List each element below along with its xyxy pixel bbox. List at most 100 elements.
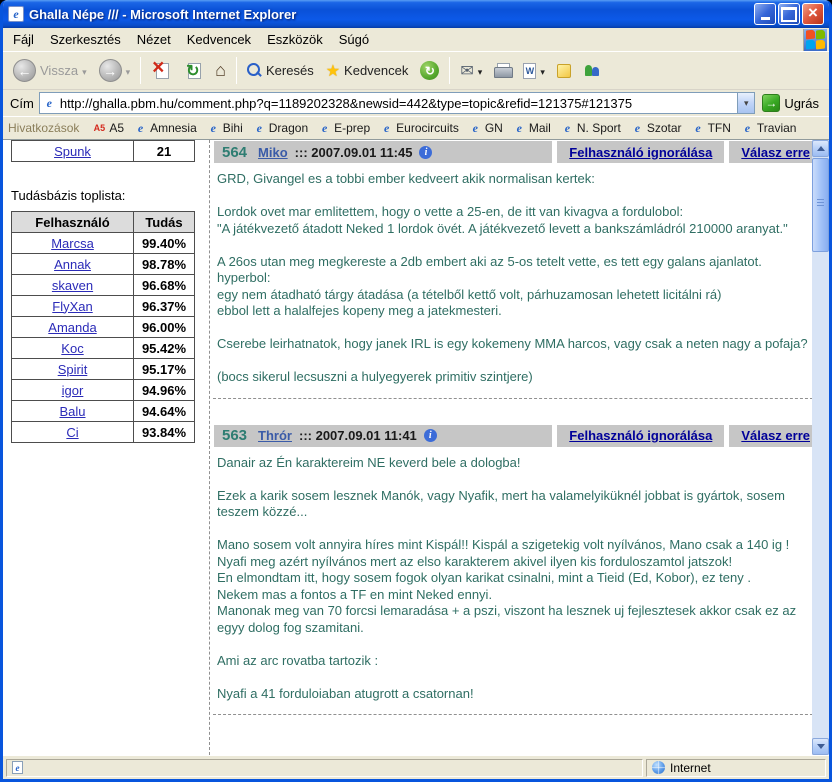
link-gn[interactable]: GN — [466, 121, 510, 135]
maximize-button[interactable] — [778, 3, 800, 25]
table-row: Koc 95.42% — [12, 338, 195, 359]
scroll-down-button[interactable] — [812, 738, 829, 755]
ie-icon — [692, 122, 705, 135]
post-header-main: 563 Thrór ::: 2007.09.01 11:41 — [214, 425, 552, 447]
edit-button[interactable] — [518, 60, 550, 82]
discuss-button[interactable] — [552, 61, 576, 81]
link-szotar[interactable]: Szotar — [628, 121, 689, 135]
posts-list: 564 Miko ::: 2007.09.01 11:45 Felhasznál… — [209, 140, 827, 755]
back-button[interactable]: Vissza — [8, 56, 92, 85]
reply-link[interactable]: Válasz erre — [741, 428, 810, 443]
link-nsport[interactable]: N. Sport — [558, 121, 628, 135]
post-author-link[interactable]: Thrór — [258, 428, 292, 443]
menu-item-sugo[interactable]: Súgó — [331, 29, 377, 50]
close-button[interactable] — [802, 3, 824, 25]
ignore-user-link[interactable]: Felhasználó ignorálása — [569, 145, 712, 160]
stop-button[interactable] — [146, 59, 176, 83]
mail-button[interactable] — [455, 58, 487, 84]
ie-icon — [741, 122, 754, 135]
address-bar: Cím http://ghalla.pbm.hu/comment.php?q=1… — [3, 90, 829, 117]
forward-button[interactable] — [94, 56, 136, 85]
messenger-icon — [583, 63, 602, 78]
link-label: GN — [485, 121, 503, 135]
print-icon — [494, 63, 511, 78]
link-a5[interactable]: A5 — [89, 121, 131, 135]
ignore-user-cell: Felhasználó ignorálása — [557, 141, 724, 163]
table-row: Spunk 21 — [12, 141, 195, 162]
history-button[interactable] — [415, 58, 444, 83]
toplist-user-link[interactable]: Annak — [54, 257, 91, 272]
address-input[interactable]: http://ghalla.pbm.hu/comment.php?q=11892… — [39, 92, 755, 114]
link-dragon[interactable]: Dragon — [250, 121, 315, 135]
toplist-user-link[interactable]: Spirit — [58, 362, 88, 377]
info-icon[interactable] — [419, 146, 432, 159]
page-icon — [12, 761, 23, 774]
toolbar: Vissza Keresés Kedvencek — [3, 52, 829, 90]
post-author-link[interactable]: Miko — [258, 145, 288, 160]
link-eprep[interactable]: E-prep — [315, 121, 377, 135]
toplist-title: Tudásbázis toplista: — [11, 188, 203, 203]
spunk-link[interactable]: Spunk — [54, 144, 91, 159]
toplist-user-link[interactable]: Koc — [61, 341, 83, 356]
home-icon — [215, 60, 226, 81]
favorites-star-icon — [326, 61, 340, 81]
home-button[interactable] — [210, 57, 231, 84]
go-arrow-icon — [762, 94, 780, 112]
toplist-user-link[interactable]: igor — [62, 383, 84, 398]
link-bihi[interactable]: Bihi — [204, 121, 250, 135]
ie-icon — [253, 122, 266, 135]
post-body: GRD, Givangel es a tobbi ember kedveert … — [214, 163, 822, 386]
link-eurocircuits[interactable]: Eurocircuits — [377, 121, 466, 135]
refresh-button[interactable] — [178, 59, 208, 83]
link-label: Travian — [757, 121, 797, 135]
browser-window: Ghalla Népe /// - Microsoft Internet Exp… — [0, 0, 832, 782]
table-header-row: Felhasználó Tudás — [12, 212, 195, 233]
address-url-text[interactable]: http://ghalla.pbm.hu/comment.php?q=11892… — [60, 96, 733, 111]
vertical-scrollbar[interactable] — [812, 140, 829, 755]
link-label: Bihi — [223, 121, 243, 135]
go-button[interactable]: Ugrás — [760, 93, 825, 113]
toplist-user-link[interactable]: Amanda — [48, 320, 96, 335]
messenger-button[interactable] — [578, 60, 607, 81]
link-travian[interactable]: Travian — [738, 121, 804, 135]
forward-dropdown-icon — [126, 63, 131, 78]
refresh-icon — [183, 62, 203, 80]
toplist-user-link[interactable]: skaven — [52, 278, 93, 293]
link-tfn[interactable]: TFN — [689, 121, 738, 135]
scroll-up-button[interactable] — [812, 140, 829, 157]
toplist-user-link[interactable]: FlyXan — [52, 299, 92, 314]
table-row: skaven 96.68% — [12, 275, 195, 296]
toplist-user-link[interactable]: Marcsa — [51, 236, 94, 251]
menu-bar: Fájl Szerkesztés Nézet Kedvencek Eszközö… — [3, 28, 829, 52]
favorites-label: Kedvencek — [344, 63, 408, 78]
link-label: N. Sport — [577, 121, 621, 135]
menu-item-kedvencek[interactable]: Kedvencek — [179, 29, 259, 50]
minimize-button[interactable] — [754, 3, 776, 25]
link-label: Dragon — [269, 121, 308, 135]
link-mail[interactable]: Mail — [510, 121, 558, 135]
toplist-user-link[interactable]: Balu — [59, 404, 85, 419]
scroll-thumb[interactable] — [812, 158, 829, 252]
print-button[interactable] — [489, 60, 516, 81]
reply-link[interactable]: Válasz erre — [741, 145, 810, 160]
table-row: Marcsa 99.40% — [12, 233, 195, 254]
link-amnesia[interactable]: Amnesia — [131, 121, 204, 135]
info-icon[interactable] — [424, 429, 437, 442]
status-pane-main — [6, 759, 643, 777]
ignore-user-link[interactable]: Felhasználó ignorálása — [569, 428, 712, 443]
favorites-button[interactable]: Kedvencek — [321, 58, 414, 84]
menu-item-fajl[interactable]: Fájl — [5, 29, 42, 50]
post-header-main: 564 Miko ::: 2007.09.01 11:45 — [214, 141, 552, 163]
menu-item-szerkesztes[interactable]: Szerkesztés — [42, 29, 129, 50]
reply-cell: Válasz erre — [729, 425, 822, 447]
menu-item-eszkozok[interactable]: Eszközök — [259, 29, 331, 50]
address-dropdown-button[interactable] — [737, 93, 754, 113]
search-button[interactable]: Keresés — [242, 60, 319, 81]
window-controls — [754, 3, 824, 25]
toplist-score: 94.96% — [134, 380, 195, 401]
window-title: Ghalla Népe /// - Microsoft Internet Exp… — [29, 7, 749, 22]
menu-item-nezet[interactable]: Nézet — [129, 29, 179, 50]
discuss-note-icon — [557, 64, 571, 78]
table-row: Annak 98.78% — [12, 254, 195, 275]
toplist-user-link[interactable]: Ci — [66, 425, 78, 440]
